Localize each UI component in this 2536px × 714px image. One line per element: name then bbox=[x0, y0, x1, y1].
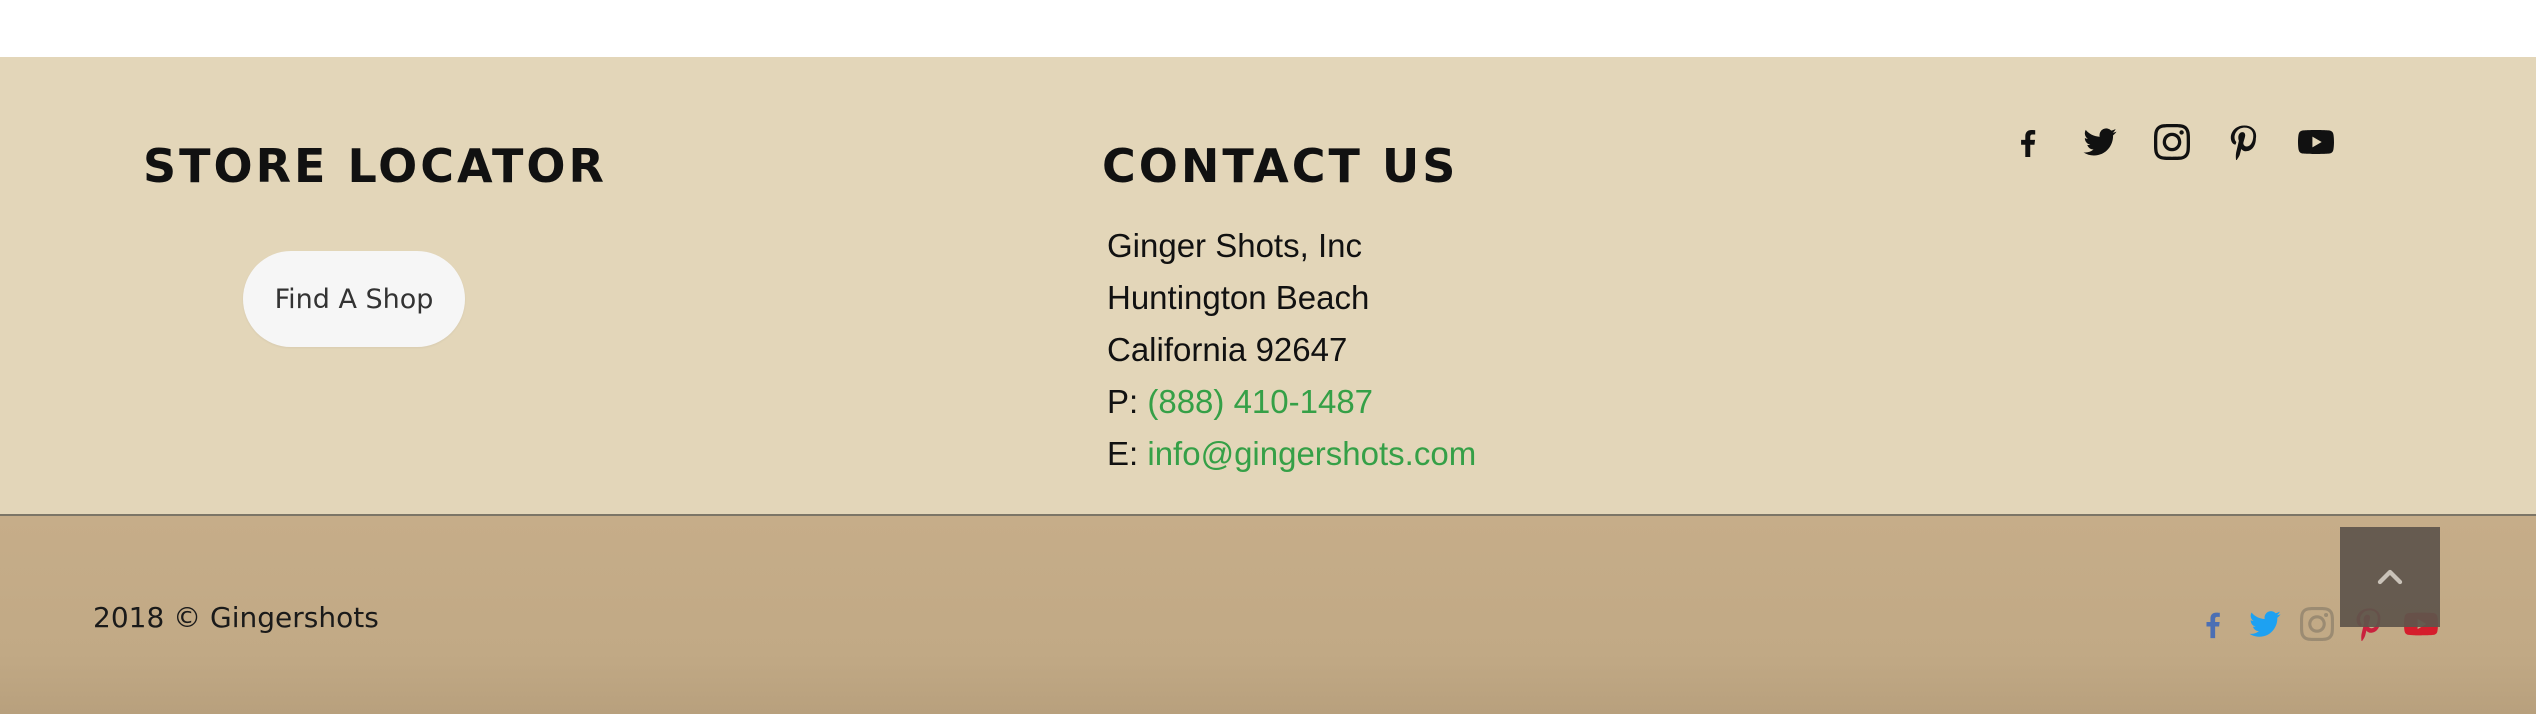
store-locator-heading: STORE LOCATOR bbox=[143, 139, 607, 193]
phone-label: P: bbox=[1107, 383, 1148, 420]
facebook-icon[interactable] bbox=[2006, 120, 2050, 164]
address-state-zip: California 92647 bbox=[1107, 331, 1348, 368]
email-link[interactable]: info@gingershots.com bbox=[1147, 435, 1476, 472]
email-label: E: bbox=[1107, 435, 1148, 472]
instagram-icon[interactable] bbox=[2297, 604, 2337, 644]
contact-us-heading: CONTACT US bbox=[1102, 139, 1459, 193]
youtube-icon[interactable] bbox=[2294, 120, 2338, 164]
find-a-shop-button[interactable]: Find A Shop bbox=[243, 251, 465, 347]
copyright-text: 2018 © Gingershots bbox=[93, 601, 379, 634]
page-top-area bbox=[0, 0, 2536, 57]
twitter-icon[interactable] bbox=[2245, 604, 2285, 644]
company-name: Ginger Shots, Inc bbox=[1107, 227, 1362, 264]
twitter-icon[interactable] bbox=[2078, 120, 2122, 164]
email-line: E: info@gingershots.com bbox=[1107, 437, 1476, 470]
facebook-icon[interactable] bbox=[2193, 604, 2233, 644]
address-city: Huntington Beach bbox=[1107, 279, 1370, 316]
instagram-icon[interactable] bbox=[2150, 120, 2194, 164]
phone-link[interactable]: (888) 410-1487 bbox=[1147, 383, 1373, 420]
back-to-top-button[interactable] bbox=[2340, 527, 2440, 627]
chevron-up-icon bbox=[2377, 569, 2403, 585]
phone-line: P: (888) 410-1487 bbox=[1107, 385, 1373, 418]
footer-bottom-bar bbox=[0, 516, 2536, 714]
pinterest-icon[interactable] bbox=[2222, 120, 2266, 164]
